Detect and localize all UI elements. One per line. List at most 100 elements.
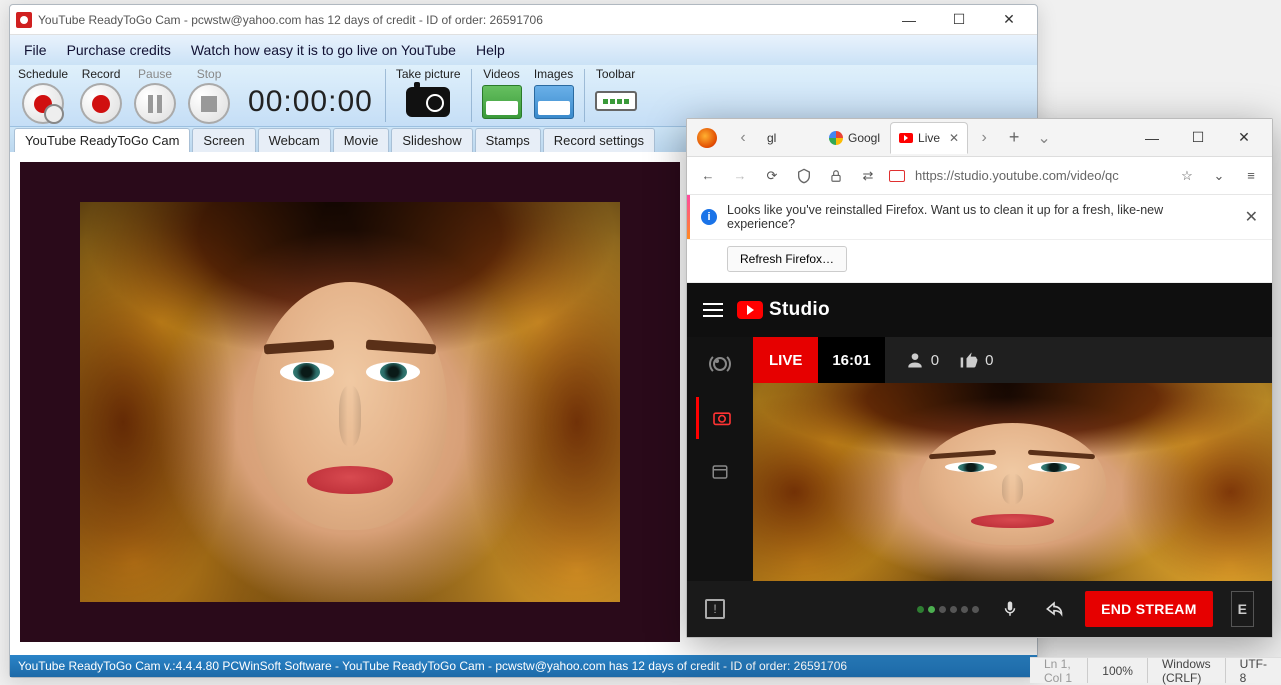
viewers-icon [905,350,925,370]
tool-stop-label: Stop [197,67,222,81]
tool-videos[interactable]: Videos [478,65,526,126]
tab-stamps[interactable]: Stamps [475,128,541,152]
studio-bottom-bar: ! END STREAM E [687,581,1272,637]
recording-timer: 00:00:00 [238,65,379,126]
permissions-icon[interactable]: ⇄ [857,165,879,187]
record-icon [80,83,122,124]
tool-toolbar[interactable]: Toolbar [591,65,641,126]
camera-icon [406,87,450,117]
sidebar-manage-icon[interactable] [709,461,731,483]
browser-close-button[interactable]: ✕ [1222,124,1266,152]
camera-permission-icon[interactable] [889,170,905,182]
mic-button[interactable] [997,596,1023,622]
browser-menu-button[interactable]: ≡ [1240,165,1262,187]
tab-slideshow[interactable]: Slideshow [391,128,472,152]
firefox-refresh-infobar: i Looks like you've reinstalled Firefox.… [687,195,1272,240]
refresh-row: Refresh Firefox… [687,240,1272,283]
menu-file[interactable]: File [24,42,47,58]
tool-pause-label: Pause [138,67,172,81]
youtube-play-icon [737,301,763,319]
tab-scroll-right[interactable]: › [970,124,998,152]
like-count-value: 0 [985,352,993,369]
studio-logo[interactable]: Studio [737,299,830,321]
browser-tabbar: ‹ gl Googl Live ✕ › + ⌄ — ☐ ✕ [687,119,1272,157]
tab-readytogo-cam[interactable]: YouTube ReadyToGo Cam [14,128,190,152]
stream-health-indicator [917,606,979,613]
info-icon: i [701,209,717,225]
studio-brand: Studio [769,299,830,321]
pocket-icon[interactable]: ⌄ [1208,165,1230,187]
toolbar-icon [595,91,637,111]
menu-go-live-help[interactable]: Watch how easy it is to go live on YouTu… [191,42,456,58]
browser-urlbar: ← → ⟳ ⇄ https://studio.youtube.com/video… [687,157,1272,195]
youtube-favicon-icon [899,133,913,143]
share-button[interactable] [1041,596,1067,622]
titlebar: YouTube ReadyToGo Cam - pcwstw@yahoo.com… [10,5,1037,35]
tool-take-picture[interactable]: Take picture [392,65,465,126]
tool-record[interactable]: Record [76,65,126,126]
browser-maximize-button[interactable]: ☐ [1176,124,1220,152]
sidebar-webcam-icon[interactable] [696,397,744,439]
hamburger-icon[interactable] [703,303,723,317]
preview-frame [20,162,680,642]
browser-tab-0-label: gl [767,131,776,145]
images-folder-icon [534,85,574,119]
tab-screen[interactable]: Screen [192,128,255,152]
videos-folder-icon [482,85,522,119]
sidebar-stream-icon[interactable] [709,353,731,375]
infobar-dismiss-button[interactable]: ✕ [1245,207,1258,227]
browser-tab-2-label: Live [918,131,940,145]
browser-minimize-button[interactable]: — [1130,124,1174,152]
browser-tab-1-label: Googl [848,131,880,145]
tool-images[interactable]: Images [530,65,578,126]
tab-close-icon[interactable]: ✕ [949,131,959,145]
shield-icon[interactable] [793,165,815,187]
tool-videos-label: Videos [483,67,519,81]
schedule-icon [22,83,64,124]
nav-back-button[interactable]: ← [697,165,719,187]
tab-webcam[interactable]: Webcam [258,128,331,152]
google-favicon-icon [829,131,843,145]
stream-preview [753,383,1272,581]
bg-status-eol: Windows (CRLF) [1147,658,1225,683]
new-tab-button[interactable]: + [1000,124,1028,152]
tab-movie[interactable]: Movie [333,128,390,152]
bookmark-star-icon[interactable]: ☆ [1176,165,1198,187]
lock-icon[interactable] [825,165,847,187]
stream-top-bar: LIVE 16:01 0 0 [753,337,1272,383]
tool-toolbar-label: Toolbar [596,67,635,81]
tool-take-picture-label: Take picture [396,67,461,81]
browser-tab-0[interactable]: gl [759,122,819,154]
browser-tab-2[interactable]: Live ✕ [890,122,968,154]
url-field[interactable]: https://studio.youtube.com/video/qc [915,168,1166,183]
end-stream-button[interactable]: END STREAM [1085,591,1213,627]
edit-button[interactable]: E [1231,591,1254,627]
like-icon [959,350,979,370]
window-title: YouTube ReadyToGo Cam - pcwstw@yahoo.com… [38,13,543,27]
chat-icon[interactable]: ! [705,599,725,619]
tool-images-label: Images [534,67,573,81]
bg-status-lncol: Ln 1, Col 1 [1030,658,1087,683]
window-close-button[interactable]: ✕ [987,6,1031,34]
nav-reload-button[interactable]: ⟳ [761,165,783,187]
pause-icon [134,83,176,124]
tool-pause[interactable]: Pause [130,65,180,126]
studio-header: Studio [687,283,1272,337]
tab-record-settings[interactable]: Record settings [543,128,655,152]
window-maximize-button[interactable]: ☐ [937,6,981,34]
nav-forward-button[interactable]: → [729,165,751,187]
tool-stop[interactable]: Stop [184,65,234,126]
viewer-count-value: 0 [931,352,939,369]
tool-schedule-label: Schedule [18,67,68,81]
tool-schedule[interactable]: Schedule [14,65,72,126]
menu-help[interactable]: Help [476,42,505,58]
browser-tab-1[interactable]: Googl [821,122,888,154]
stream-elapsed: 16:01 [818,337,884,383]
menubar: File Purchase credits Watch how easy it … [10,35,1037,65]
tab-list-button[interactable]: ⌄ [1030,124,1058,152]
menu-purchase-credits[interactable]: Purchase credits [67,42,171,58]
stream-panel: LIVE 16:01 0 0 [753,337,1272,581]
tab-scroll-left[interactable]: ‹ [729,124,757,152]
window-minimize-button[interactable]: — [887,6,931,34]
refresh-firefox-button[interactable]: Refresh Firefox… [727,246,847,272]
